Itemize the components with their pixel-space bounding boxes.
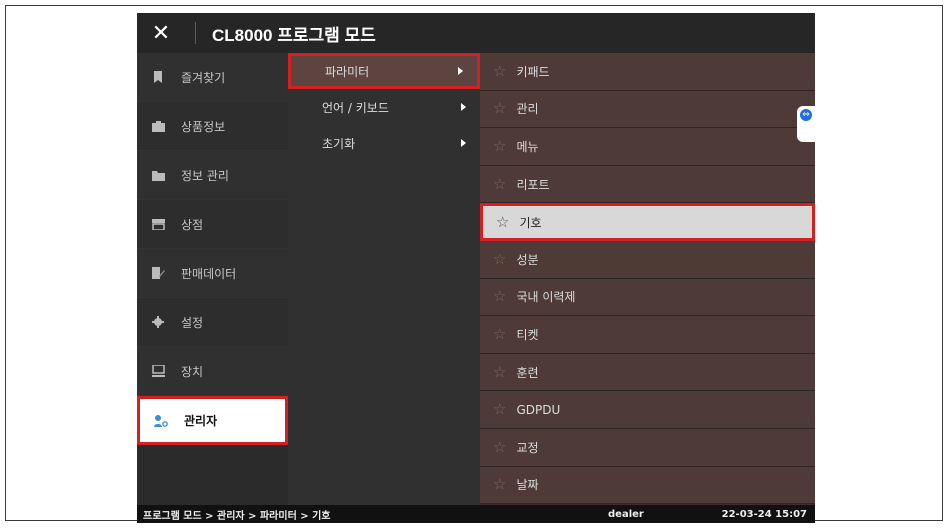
submenu-item-parameters[interactable]: 파라미터 xyxy=(288,53,480,89)
star-icon[interactable]: ☆ xyxy=(493,439,506,455)
chevron-right-icon xyxy=(461,139,466,147)
status-bar: 프로그램 모드 > 관리자 > 파라미터 > 기호 dealer 22-03-2… xyxy=(137,505,815,523)
param-item-label: GDPDU xyxy=(516,402,561,417)
date-time: 22-03-24 15:07 xyxy=(721,508,807,520)
param-item-label: 기호 xyxy=(519,215,542,230)
device-screen: ✕ CL8000 프로그램 모드 즐겨찾기 상품정보 정보 관리 상점 판매데이… xyxy=(137,13,815,523)
star-icon[interactable]: ☆ xyxy=(493,364,506,380)
param-item-report[interactable]: ☆ 리포트 xyxy=(480,165,815,204)
star-icon[interactable]: ☆ xyxy=(493,402,506,417)
side-panel-handle[interactable]: ⇔ xyxy=(797,106,815,142)
sidebar-item-label: 관리자 xyxy=(184,414,218,428)
param-item-ingredient[interactable]: ☆ 성분 xyxy=(480,240,815,279)
param-item-keypad[interactable]: ☆ 키패드 xyxy=(480,53,815,91)
folder-icon xyxy=(151,168,165,182)
param-item-training[interactable]: ☆ 훈련 xyxy=(480,353,815,392)
device-icon xyxy=(151,364,165,378)
param-item-label: 메뉴 xyxy=(516,139,539,154)
param-item-domestic-traceability[interactable]: ☆ 국내 이력제 xyxy=(480,278,815,317)
star-icon[interactable]: ☆ xyxy=(493,477,506,492)
star-icon[interactable]: ☆ xyxy=(493,63,506,79)
param-item-gdpdu[interactable]: ☆ GDPDU xyxy=(480,391,815,429)
sidebar-item-label: 장치 xyxy=(181,364,204,379)
sidebar-item-device[interactable]: 장치 xyxy=(137,347,288,396)
submenu-item-language-keyboard[interactable]: 언어 / 키보드 xyxy=(288,89,480,125)
title-bar: ✕ CL8000 프로그램 모드 xyxy=(137,13,815,53)
param-item-ticket[interactable]: ☆ 티켓 xyxy=(480,316,815,354)
submenu-item-label: 언어 / 키보드 xyxy=(322,100,389,115)
submenu-item-reset[interactable]: 초기화 xyxy=(288,125,480,161)
sidebar-item-settings[interactable]: 설정 xyxy=(137,298,288,347)
param-item-calibration[interactable]: ☆ 교정 xyxy=(480,428,815,467)
bookmark-icon xyxy=(151,70,165,84)
star-icon[interactable]: ☆ xyxy=(493,289,506,304)
param-item-label: 관리 xyxy=(516,102,539,117)
close-icon[interactable]: ✕ xyxy=(137,13,185,53)
sidebar-item-label: 상점 xyxy=(181,217,204,232)
chevron-right-icon xyxy=(458,67,463,75)
sidebar-item-label: 즐겨찾기 xyxy=(181,70,226,85)
title-separator xyxy=(195,22,196,44)
panel-toggle-icon: ⇔ xyxy=(800,109,812,121)
sidebar-item-info-management[interactable]: 정보 관리 xyxy=(137,151,288,200)
sidebar-item-label: 정보 관리 xyxy=(181,168,229,183)
submenu-column: 파라미터 언어 / 키보드 초기화 xyxy=(288,53,480,505)
sales-data-icon xyxy=(151,266,165,280)
star-icon[interactable]: ☆ xyxy=(493,326,506,342)
star-icon[interactable]: ☆ xyxy=(493,251,506,267)
param-item-label: 국내 이력제 xyxy=(516,290,576,305)
param-item-label: 리포트 xyxy=(516,177,550,192)
param-item-label: 키패드 xyxy=(516,64,550,79)
breadcrumb: 프로그램 모드 > 관리자 > 파라미터 > 기호 xyxy=(143,510,331,522)
param-item-management[interactable]: ☆ 관리 xyxy=(480,90,815,129)
star-icon[interactable]: ☆ xyxy=(496,214,509,230)
sidebar-item-product-info[interactable]: 상품정보 xyxy=(137,102,288,151)
page-title: CL8000 프로그램 모드 xyxy=(212,25,376,45)
submenu-item-label: 초기화 xyxy=(322,136,356,151)
param-item-date[interactable]: ☆ 날짜 xyxy=(480,466,815,505)
sidebar-item-label: 판매데이터 xyxy=(181,266,237,281)
param-item-label: 교정 xyxy=(516,440,539,455)
param-item-label: 훈련 xyxy=(516,365,539,380)
sidebar: 즐겨찾기 상품정보 정보 관리 상점 판매데이터 설정 장치 관리자 xyxy=(137,53,288,505)
sidebar-item-label: 상품정보 xyxy=(181,119,226,134)
submenu-item-label: 파라미터 xyxy=(325,64,370,79)
sidebar-item-admin[interactable]: 관리자 xyxy=(137,396,288,445)
admin-icon xyxy=(154,414,168,428)
sidebar-item-store[interactable]: 상점 xyxy=(137,200,288,249)
param-item-menu[interactable]: ☆ 메뉴 xyxy=(480,128,815,166)
sidebar-item-sales-data[interactable]: 판매데이터 xyxy=(137,249,288,298)
param-item-label: 성분 xyxy=(516,252,539,267)
product-icon xyxy=(151,119,165,133)
star-icon[interactable]: ☆ xyxy=(493,138,506,154)
gear-icon xyxy=(151,315,165,329)
sidebar-item-label: 설정 xyxy=(181,315,204,330)
star-icon[interactable]: ☆ xyxy=(493,176,506,192)
param-item-label: 티켓 xyxy=(516,327,539,342)
param-item-symbol[interactable]: ☆ 기호 xyxy=(480,203,815,241)
parameter-list: ☆ 키패드 ☆ 관리 ☆ 메뉴 ☆ 리포트 ☆ 기호 ☆ 성분 ☆ 국내 이력제… xyxy=(480,53,815,505)
user-name: dealer xyxy=(608,508,644,520)
sidebar-item-favorites[interactable]: 즐겨찾기 xyxy=(137,53,288,102)
star-icon[interactable]: ☆ xyxy=(493,101,506,116)
store-icon xyxy=(151,217,165,231)
param-item-label: 날짜 xyxy=(516,478,539,493)
chevron-right-icon xyxy=(461,103,466,111)
